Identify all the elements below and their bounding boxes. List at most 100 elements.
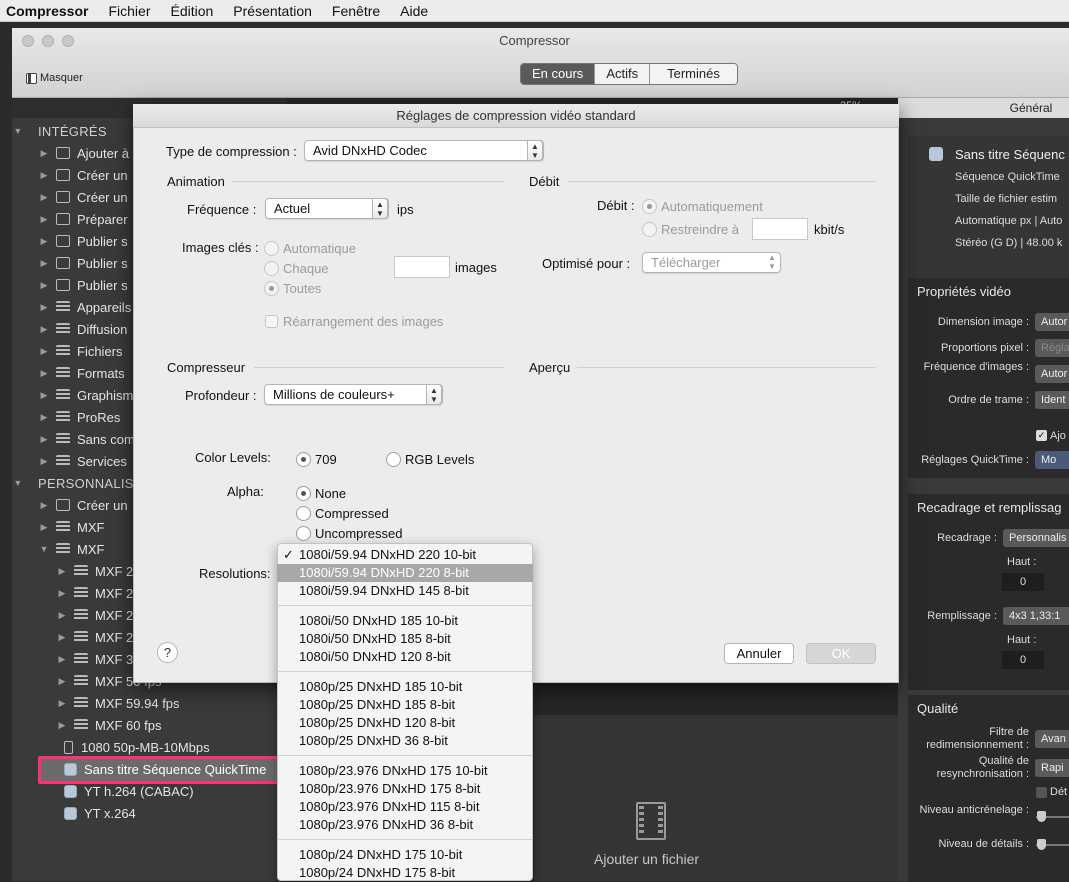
disclosure-open-icon[interactable]: ▼	[12, 126, 24, 136]
menu-aide[interactable]: Aide	[400, 3, 428, 19]
depth-popup[interactable]: Millions de couleurs+ ▲ ▼	[264, 384, 443, 405]
resolution-option[interactable]: 1080i/59.94 DNxHD 145 8-bit	[277, 582, 533, 600]
disclosure-closed-icon[interactable]: ▶	[38, 434, 50, 445]
resync-quality-popup[interactable]: Rapi	[1035, 759, 1069, 777]
alpha-compressed-radio[interactable]	[296, 506, 311, 521]
tab-termines[interactable]: Terminés	[650, 64, 737, 84]
resolution-option[interactable]: 1080p/25 DNxHD 185 10-bit	[277, 678, 533, 696]
disclosure-closed-icon[interactable]: ▶	[38, 236, 50, 247]
menu-app[interactable]: Compressor	[6, 3, 88, 19]
menu-fichier[interactable]: Fichier	[108, 3, 150, 19]
disclosure-closed-icon[interactable]: ▶	[38, 412, 50, 423]
tab-actifs[interactable]: Actifs	[595, 64, 651, 84]
batch-drop-area[interactable]	[534, 715, 898, 881]
menu-edition[interactable]: Édition	[170, 3, 213, 19]
disclosure-closed-icon[interactable]: ▶	[38, 302, 50, 313]
tab-en-cours[interactable]: En cours	[521, 64, 596, 84]
compression-type-popup[interactable]: Avid DNxHD Codec ▲ ▼	[304, 140, 544, 161]
disclosure-closed-icon[interactable]: ▶	[38, 456, 50, 467]
disclosure-closed-icon[interactable]: ▶	[56, 720, 68, 731]
disclosure-closed-icon[interactable]: ▶	[56, 632, 68, 643]
resolution-option[interactable]: 1080i/59.94 DNxHD 220 8-bit	[277, 564, 533, 582]
sidebar-setting-selected[interactable]: Sans titre Séquence QuickTime	[12, 758, 287, 780]
keyframes-every-radio[interactable]	[264, 261, 279, 276]
reorder-frames-checkbox[interactable]	[265, 315, 278, 328]
disclosure-closed-icon[interactable]: ▶	[56, 654, 68, 665]
color-levels-709-radio[interactable]	[296, 452, 311, 467]
optimized-for-popup[interactable]: Télécharger ▲ ▼	[642, 252, 781, 273]
resolution-option[interactable]: 1080p/23.976 DNxHD 175 8-bit	[277, 780, 533, 798]
sidebar-setting[interactable]: YT x.264	[12, 802, 287, 824]
bitrate-auto-radio[interactable]	[642, 199, 657, 214]
pixel-aspect-popup[interactable]: Régla	[1035, 339, 1069, 357]
crop-popup[interactable]: Personnalis	[1003, 529, 1069, 547]
fill-popup[interactable]: 4x3 1,33:1	[1003, 607, 1069, 625]
antialias-slider-handle[interactable]	[1037, 811, 1046, 822]
menu-presentation[interactable]: Présentation	[233, 3, 312, 19]
sidebar-setting[interactable]: YT h.264 (CABAC)	[12, 780, 287, 802]
resolution-option[interactable]: 1080p/23.976 DNxHD 36 8-bit	[277, 816, 533, 834]
cancel-button[interactable]: Annuler	[724, 643, 794, 664]
bitrate-limit-field[interactable]	[752, 218, 808, 240]
tab-general[interactable]: Général	[898, 98, 1069, 118]
disclosure-closed-icon[interactable]: ▶	[56, 610, 68, 621]
sidebar-item[interactable]: ▶ MXF 59.94 fps	[12, 692, 287, 714]
hide-sidebar-button[interactable]: Masquer	[26, 72, 83, 84]
resolution-option[interactable]: 1080p/23.976 DNxHD 115 8-bit	[277, 798, 533, 816]
disclosure-closed-icon[interactable]: ▶	[56, 676, 68, 687]
resolution-option[interactable]: 1080p/23.976 DNxHD 175 10-bit	[277, 762, 533, 780]
disclosure-closed-icon[interactable]: ▶	[38, 280, 50, 291]
disclosure-closed-icon[interactable]: ▶	[38, 390, 50, 401]
crop-top-field[interactable]: 0	[1002, 573, 1044, 591]
sidebar-item-label: MXF 59.94 fps	[95, 695, 180, 711]
adjust-checkbox[interactable]: ✓	[1036, 430, 1047, 441]
help-button[interactable]: ?	[157, 642, 178, 663]
resolution-option[interactable]: ✓ 1080i/59.94 DNxHD 220 10-bit	[277, 546, 533, 564]
resolution-option[interactable]: 1080p/25 DNxHD 185 8-bit	[277, 696, 533, 714]
add-file-label[interactable]: Ajouter un fichier	[594, 851, 699, 867]
resolution-option[interactable]: 1080p/24 DNxHD 175 8-bit	[277, 864, 533, 882]
resolution-option[interactable]: 1080i/50 DNxHD 185 8-bit	[277, 630, 533, 648]
resolution-option[interactable]: 1080i/50 DNxHD 120 8-bit	[277, 648, 533, 666]
detail-slider-handle[interactable]	[1037, 839, 1046, 850]
fill-top-field[interactable]: 0	[1002, 651, 1044, 669]
sidebar-setting[interactable]: 1080 50p-MB-10Mbps	[12, 736, 287, 758]
bitrate-limit-radio[interactable]	[642, 222, 657, 237]
disclosure-closed-icon[interactable]: ▶	[38, 148, 50, 159]
disclosure-closed-icon[interactable]: ▶	[56, 588, 68, 599]
disclosure-closed-icon[interactable]: ▶	[38, 192, 50, 203]
field-order-popup[interactable]: Ident	[1035, 391, 1069, 409]
resolution-option[interactable]: 1080p/25 DNxHD 120 8-bit	[277, 714, 533, 732]
resolution-option[interactable]: 1080p/25 DNxHD 36 8-bit	[277, 732, 533, 750]
disclosure-closed-icon[interactable]: ▶	[38, 346, 50, 357]
detect-checkbox[interactable]	[1036, 787, 1047, 798]
disclosure-closed-icon[interactable]: ▶	[38, 500, 50, 511]
keyframes-interval-field[interactable]	[394, 256, 450, 278]
summary-line: Taille de fichier estim	[955, 193, 1058, 205]
resolution-option[interactable]: 1080i/50 DNxHD 185 10-bit	[277, 612, 533, 630]
disclosure-closed-icon[interactable]: ▶	[38, 522, 50, 533]
resolution-option[interactable]: 1080p/24 DNxHD 175 10-bit	[277, 846, 533, 864]
alpha-none-radio[interactable]	[296, 486, 311, 501]
qt-settings-button[interactable]: Mo	[1035, 451, 1069, 469]
disclosure-open-icon[interactable]: ▼	[38, 544, 50, 554]
menu-fenetre[interactable]: Fenêtre	[332, 3, 380, 19]
disclosure-closed-icon[interactable]: ▶	[38, 258, 50, 269]
disclosure-closed-icon[interactable]: ▶	[56, 698, 68, 709]
sidebar-item[interactable]: ▶ MXF 60 fps	[12, 714, 287, 736]
keyframes-all-radio[interactable]	[264, 281, 279, 296]
disclosure-closed-icon[interactable]: ▶	[38, 170, 50, 181]
alpha-uncompressed-radio[interactable]	[296, 526, 311, 541]
dimension-popup[interactable]: Autor	[1035, 313, 1069, 331]
keyframes-auto-radio[interactable]	[264, 241, 279, 256]
disclosure-closed-icon[interactable]: ▶	[38, 214, 50, 225]
disclosure-closed-icon[interactable]: ▶	[56, 566, 68, 577]
frequency-popup[interactable]: Actuel ▲ ▼	[265, 198, 389, 219]
ok-button[interactable]: OK	[806, 643, 876, 664]
resize-filter-popup[interactable]: Avan	[1035, 730, 1069, 748]
disclosure-open-icon[interactable]: ▼	[12, 478, 24, 488]
disclosure-closed-icon[interactable]: ▶	[38, 324, 50, 335]
frame-rate-popup[interactable]: Autor	[1035, 365, 1069, 383]
color-levels-rgb-radio[interactable]	[386, 452, 401, 467]
disclosure-closed-icon[interactable]: ▶	[38, 368, 50, 379]
